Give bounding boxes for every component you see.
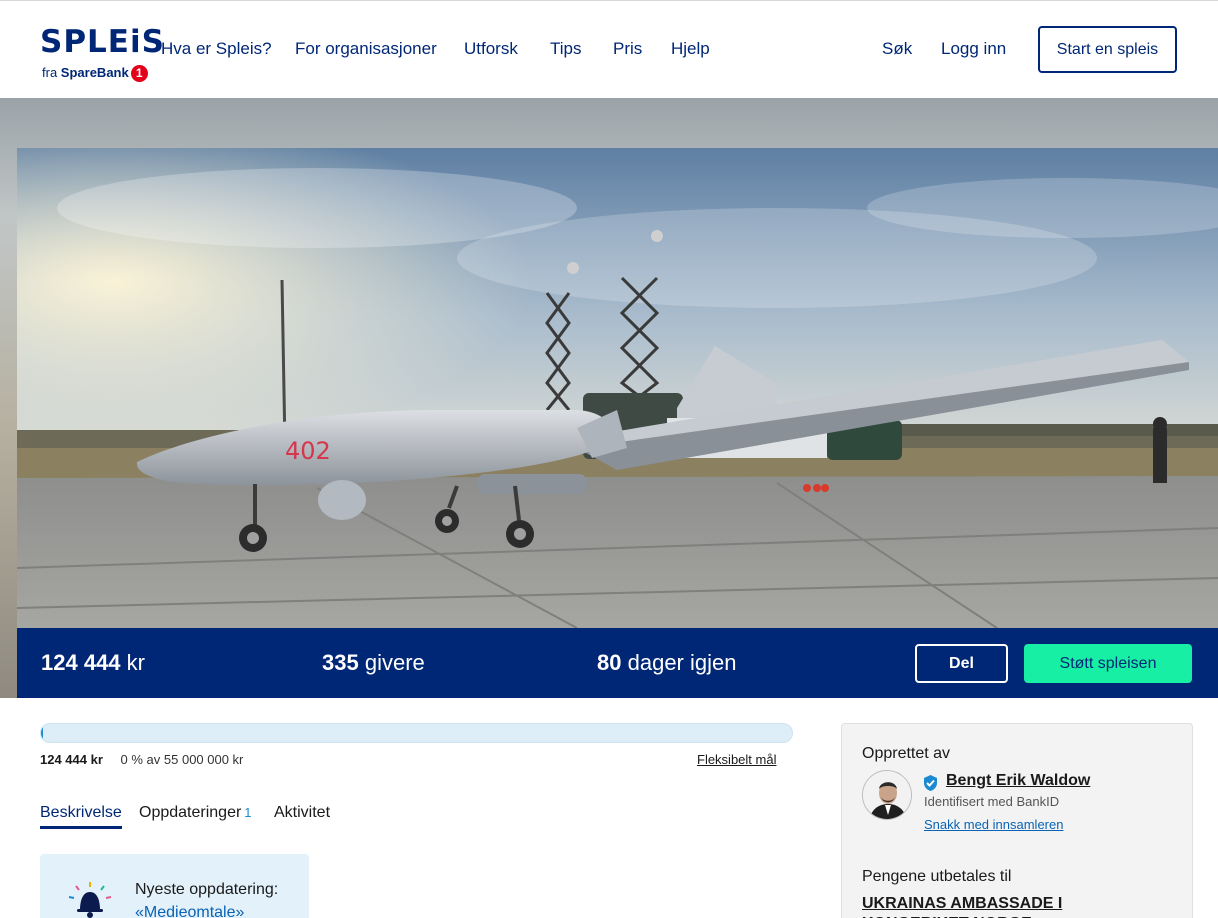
nav-hjelp[interactable]: Hjelp (671, 39, 710, 59)
verified-badge-icon (924, 775, 937, 791)
payout-heading: Pengene utbetales til (862, 868, 1012, 885)
givers-count: 335 givere (322, 650, 425, 676)
page: SPLEiS fra SpareBank 1 Hva er Spleis? For… (0, 0, 1218, 918)
progress-bar (40, 723, 793, 743)
avatar (862, 770, 912, 820)
site-header: SPLEiS fra SpareBank 1 Hva er Spleis? For… (0, 0, 1218, 98)
progress-bar-fill (41, 724, 43, 742)
spleis-logo[interactable]: SPLEiS fra SpareBank 1 (40, 24, 165, 85)
tab-description[interactable]: Beskrivelse (40, 804, 122, 829)
campaign-stats-bar: 124 444 kr 335 givere 80 dager igjen Del… (17, 628, 1218, 698)
logo-sub-prefix: fra (42, 65, 58, 80)
creator-name-link[interactable]: Bengt Erik Waldow (946, 772, 1090, 790)
login-link[interactable]: Logg inn (941, 39, 1006, 59)
payout-recipient-link[interactable]: UKRAINAS AMBASSADE I KONGERIKET NORGE (862, 894, 1172, 918)
goal-percent-of-target: 0 % av 55 000 000 kr (120, 752, 244, 767)
campaign-image: 402 (17, 148, 1218, 628)
tab-activity[interactable]: Aktivitet (274, 804, 330, 822)
logo-wordmark: SPLEiS (40, 24, 165, 60)
flexible-goal-link[interactable]: Fleksibelt mål (697, 752, 776, 767)
logo-subtitle: fra SpareBank 1 (42, 65, 148, 83)
tab-updates[interactable]: Oppdateringer 1 (139, 804, 252, 822)
amount-raised-unit: kr (126, 650, 145, 675)
support-campaign-button[interactable]: Støtt spleisen (1024, 644, 1192, 683)
contact-organizer-link[interactable]: Snakk med innsamleren (924, 817, 1063, 832)
nav-hva-er-spleis[interactable]: Hva er Spleis? (161, 39, 272, 59)
nav-pris[interactable]: Pris (613, 39, 642, 59)
goal-summary: 124 444 kr 0 % av 55 000 000 kr (40, 752, 243, 767)
givers-count-unit: givere (364, 650, 425, 675)
latest-update-link[interactable]: «Medieomtale» (135, 904, 244, 918)
search-link[interactable]: Søk (882, 39, 912, 59)
latest-update-card[interactable]: Nyeste oppdatering: «Medieomtale» (40, 854, 309, 918)
organizer-card: Opprettet av Bengt Erik Waldow Identifis… (841, 723, 1193, 918)
share-button[interactable]: Del (915, 644, 1008, 683)
tab-updates-label: Oppdateringer (139, 804, 242, 821)
logo-sub-brand: SpareBank (60, 65, 129, 80)
creator-portrait (863, 771, 911, 819)
created-by-heading: Opprettet av (862, 745, 951, 762)
goal-raised-amount: 124 444 kr (40, 752, 103, 767)
tab-updates-count: 1 (244, 805, 252, 820)
latest-update-title: Nyeste oppdatering: (135, 881, 279, 898)
nav-utforsk[interactable]: Utforsk (464, 39, 518, 59)
nav-tips[interactable]: Tips (550, 39, 582, 59)
givers-count-value: 335 (322, 650, 359, 675)
drone-on-airfield-image: 402 (17, 148, 1218, 628)
amount-raised: 124 444 kr (41, 650, 145, 676)
drone-number-text: 402 (285, 437, 331, 465)
days-left-unit: dager igjen (627, 650, 737, 675)
sparebank-one-icon: 1 (130, 65, 148, 83)
nav-for-organisasjoner[interactable]: For organisasjoner (295, 39, 437, 59)
bankid-verified-text: Identifisert med BankID (924, 794, 1060, 809)
days-left: 80 dager igjen (597, 650, 736, 676)
amount-raised-value: 124 444 (41, 650, 121, 675)
bell-icon (68, 882, 112, 918)
days-left-value: 80 (597, 650, 622, 675)
start-spleis-button[interactable]: Start en spleis (1038, 26, 1177, 73)
